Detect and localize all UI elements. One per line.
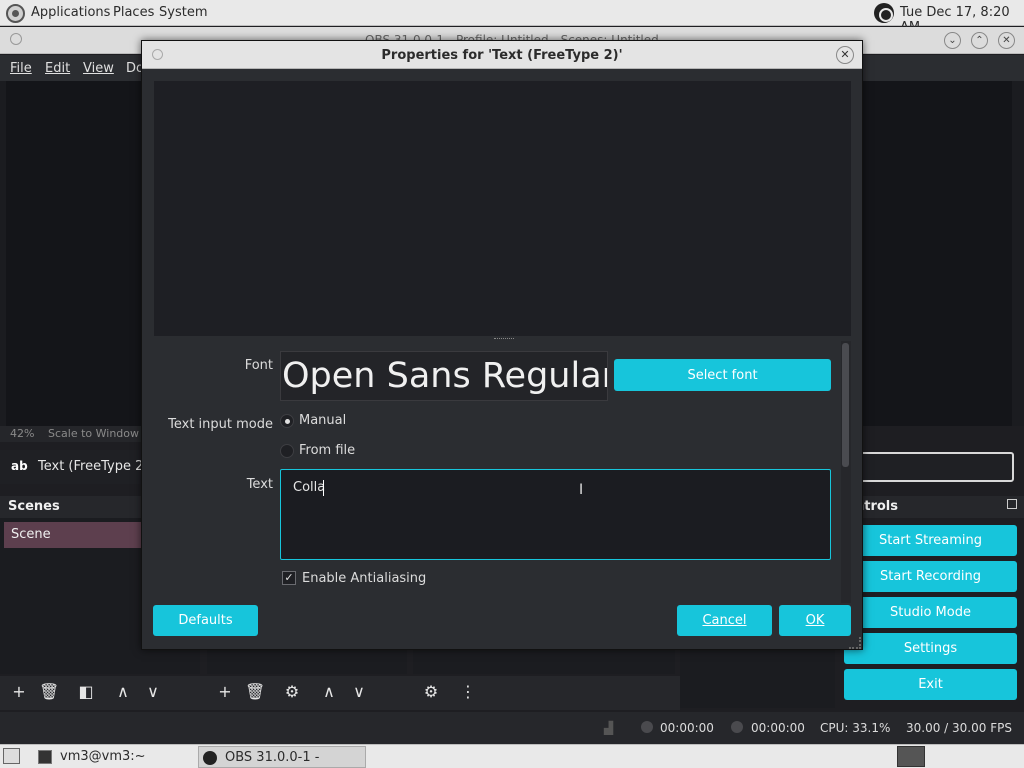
close-icon[interactable]: ✕ [998,32,1015,49]
scene-name: Scene [11,527,51,542]
start-recording-button[interactable]: Start Recording [844,561,1017,592]
dialog-menu-icon[interactable] [152,49,163,60]
select-font-button[interactable]: Select font [614,359,831,391]
dialog-preview [154,81,851,336]
maximize-icon[interactable]: ⌃ [971,32,988,49]
sources-list [207,648,407,674]
controls-dock-header: ntrols [840,496,1024,518]
dialog-scrollbar-thumb[interactable] [842,343,849,467]
move-source-up-icon[interactable]: ∧ [319,683,339,701]
add-source-icon[interactable]: + [215,683,235,701]
ibeam-cursor-icon: I [579,482,583,498]
from-file-radio-label[interactable]: From file [299,443,355,458]
menu-edit[interactable]: Edit [45,61,70,76]
stream-time: 00:00:00 [660,721,714,735]
preview-zoom-strip: 42% Scale to Window [0,426,150,442]
taskbar-terminal-label: vm3@vm3:~ [60,749,146,764]
dialog-title: Properties for 'Text (FreeType 2)' [381,48,623,63]
text-caret [323,480,324,496]
manual-radio-label[interactable]: Manual [299,413,346,428]
selected-source-name: Text (FreeType 2) [38,459,149,474]
stream-status-icon [641,721,653,733]
source-properties-icon[interactable]: ⚙ [282,683,302,701]
obs-tray-icon[interactable] [874,3,894,23]
preview-canvas-right [862,81,1012,426]
show-desktop-icon[interactable] [3,748,20,764]
record-time: 00:00:00 [751,721,805,735]
antialiasing-checkbox[interactable]: ✓ [282,571,296,585]
audio-mixer [413,648,675,674]
antialiasing-label[interactable]: Enable Antialiasing [302,571,426,586]
terminal-icon [38,750,52,764]
status-bar: ▟ 00:00:00 00:00:00 CPU: 33.1% 30.00 / 3… [0,712,1024,744]
applications-menu[interactable]: Applications [31,5,110,20]
system-menu[interactable]: System [159,5,207,20]
move-scene-down-icon[interactable]: ∨ [143,683,163,701]
remove-source-icon[interactable]: 🗑 [245,683,265,701]
taskbar: vm3@vm3:~ OBS 31.0.0-1 - Profil... [0,744,1024,768]
menu-file[interactable]: File [10,61,32,76]
manual-radio[interactable] [280,414,294,428]
dialog-close-icon[interactable]: ✕ [836,46,854,64]
mixer-menu-icon[interactable]: ⋮ [458,683,478,701]
cancel-button[interactable]: Cancel [677,605,772,636]
from-file-radio[interactable] [280,444,294,458]
scenes-title: Scenes [8,499,60,514]
font-label: Font [244,358,273,373]
settings-button[interactable]: Settings [844,633,1017,664]
font-preview: Open Sans Regular [280,351,608,401]
source-toolbar: ab Text (FreeType 2) [0,450,150,484]
move-scene-up-icon[interactable]: ∧ [113,683,133,701]
scene-list-item[interactable]: Scene [4,522,144,548]
top-panel: Applications Places System Tue Dec 17, 8… [0,0,1024,35]
start-streaming-button[interactable]: Start Streaming [844,525,1017,556]
scale-mode[interactable]: Scale to Window [48,427,139,440]
dock-toolbars [0,676,680,710]
filter-input[interactable] [855,452,1014,482]
taskbar-obs[interactable]: OBS 31.0.0-1 - Profil... [198,746,366,768]
remove-scene-icon[interactable]: 🗑 [39,683,59,701]
record-status-icon [731,721,743,733]
fps-readout: 30.00 / 30.00 FPS [906,721,1012,735]
ok-button[interactable]: OK [779,605,851,636]
taskbar-obs-label: OBS 31.0.0-1 - Profil... [225,750,320,765]
text-input[interactable]: Colla [280,469,831,560]
add-scene-icon[interactable]: + [9,683,29,701]
text-label: Text [246,477,273,492]
places-menu[interactable]: Places [113,5,154,20]
gnome-foot-icon[interactable] [6,4,25,23]
workspace-switcher[interactable] [897,746,925,767]
cpu-usage: CPU: 33.1% [820,721,891,735]
mixer-settings-icon[interactable]: ⚙ [421,683,441,701]
exit-button[interactable]: Exit [844,669,1017,700]
minimize-icon[interactable]: ⌄ [944,32,961,49]
obs-taskbar-icon [203,751,217,765]
taskbar-terminal[interactable]: vm3@vm3:~ [34,746,194,768]
network-signal-icon: ▟ [604,721,614,735]
studio-mode-button[interactable]: Studio Mode [844,597,1017,628]
defaults-button[interactable]: Defaults [153,605,258,636]
zoom-level[interactable]: 42% [10,427,34,440]
dialog-titlebar: Properties for 'Text (FreeType 2)' ✕ [142,41,862,69]
scene-transitions [680,648,835,708]
text-source-icon: ab [11,459,28,473]
splitter-handle[interactable] [494,338,514,341]
menu-view[interactable]: View [83,61,114,76]
resize-grip-icon[interactable] [849,637,861,649]
move-source-down-icon[interactable]: ∨ [349,683,369,701]
scene-filters-icon[interactable]: ◧ [76,683,96,701]
preview-canvas [6,81,146,426]
undock-icon[interactable] [1007,499,1017,509]
text-input-mode-label: Text input mode [168,417,273,432]
window-menu-icon[interactable] [10,33,22,45]
properties-dialog: Properties for 'Text (FreeType 2)' ✕ Fon… [141,40,863,650]
